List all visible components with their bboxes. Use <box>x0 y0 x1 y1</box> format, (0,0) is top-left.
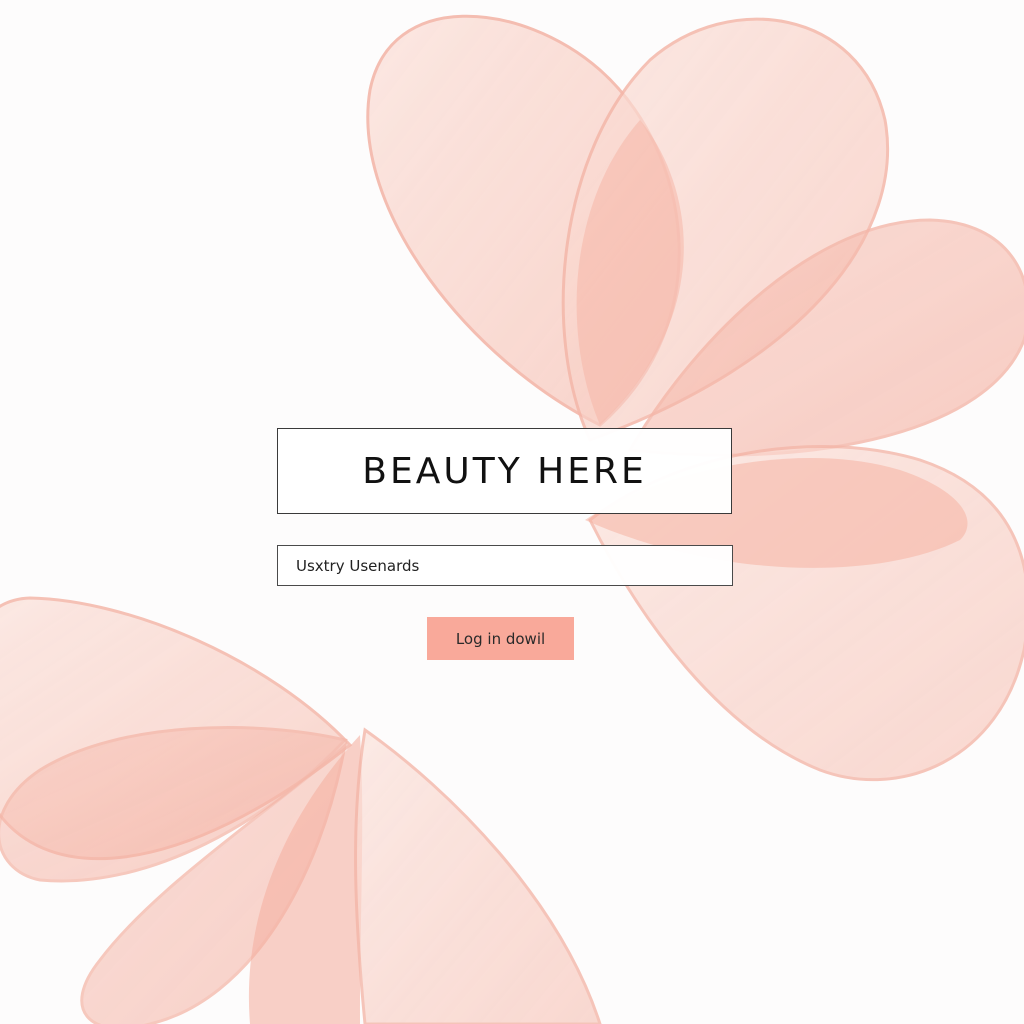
username-field[interactable] <box>277 545 733 586</box>
login-page: BEAUTY HERE Log in dowil <box>0 0 1024 1024</box>
bottom-left-flower <box>0 596 602 1024</box>
brand-title-box: BEAUTY HERE <box>277 428 732 514</box>
username-input[interactable] <box>296 556 732 575</box>
petal-bl-right <box>354 727 602 1024</box>
top-right-flower <box>366 14 1024 782</box>
login-button[interactable]: Log in dowil <box>427 617 574 660</box>
brand-title: BEAUTY HERE <box>362 450 647 492</box>
